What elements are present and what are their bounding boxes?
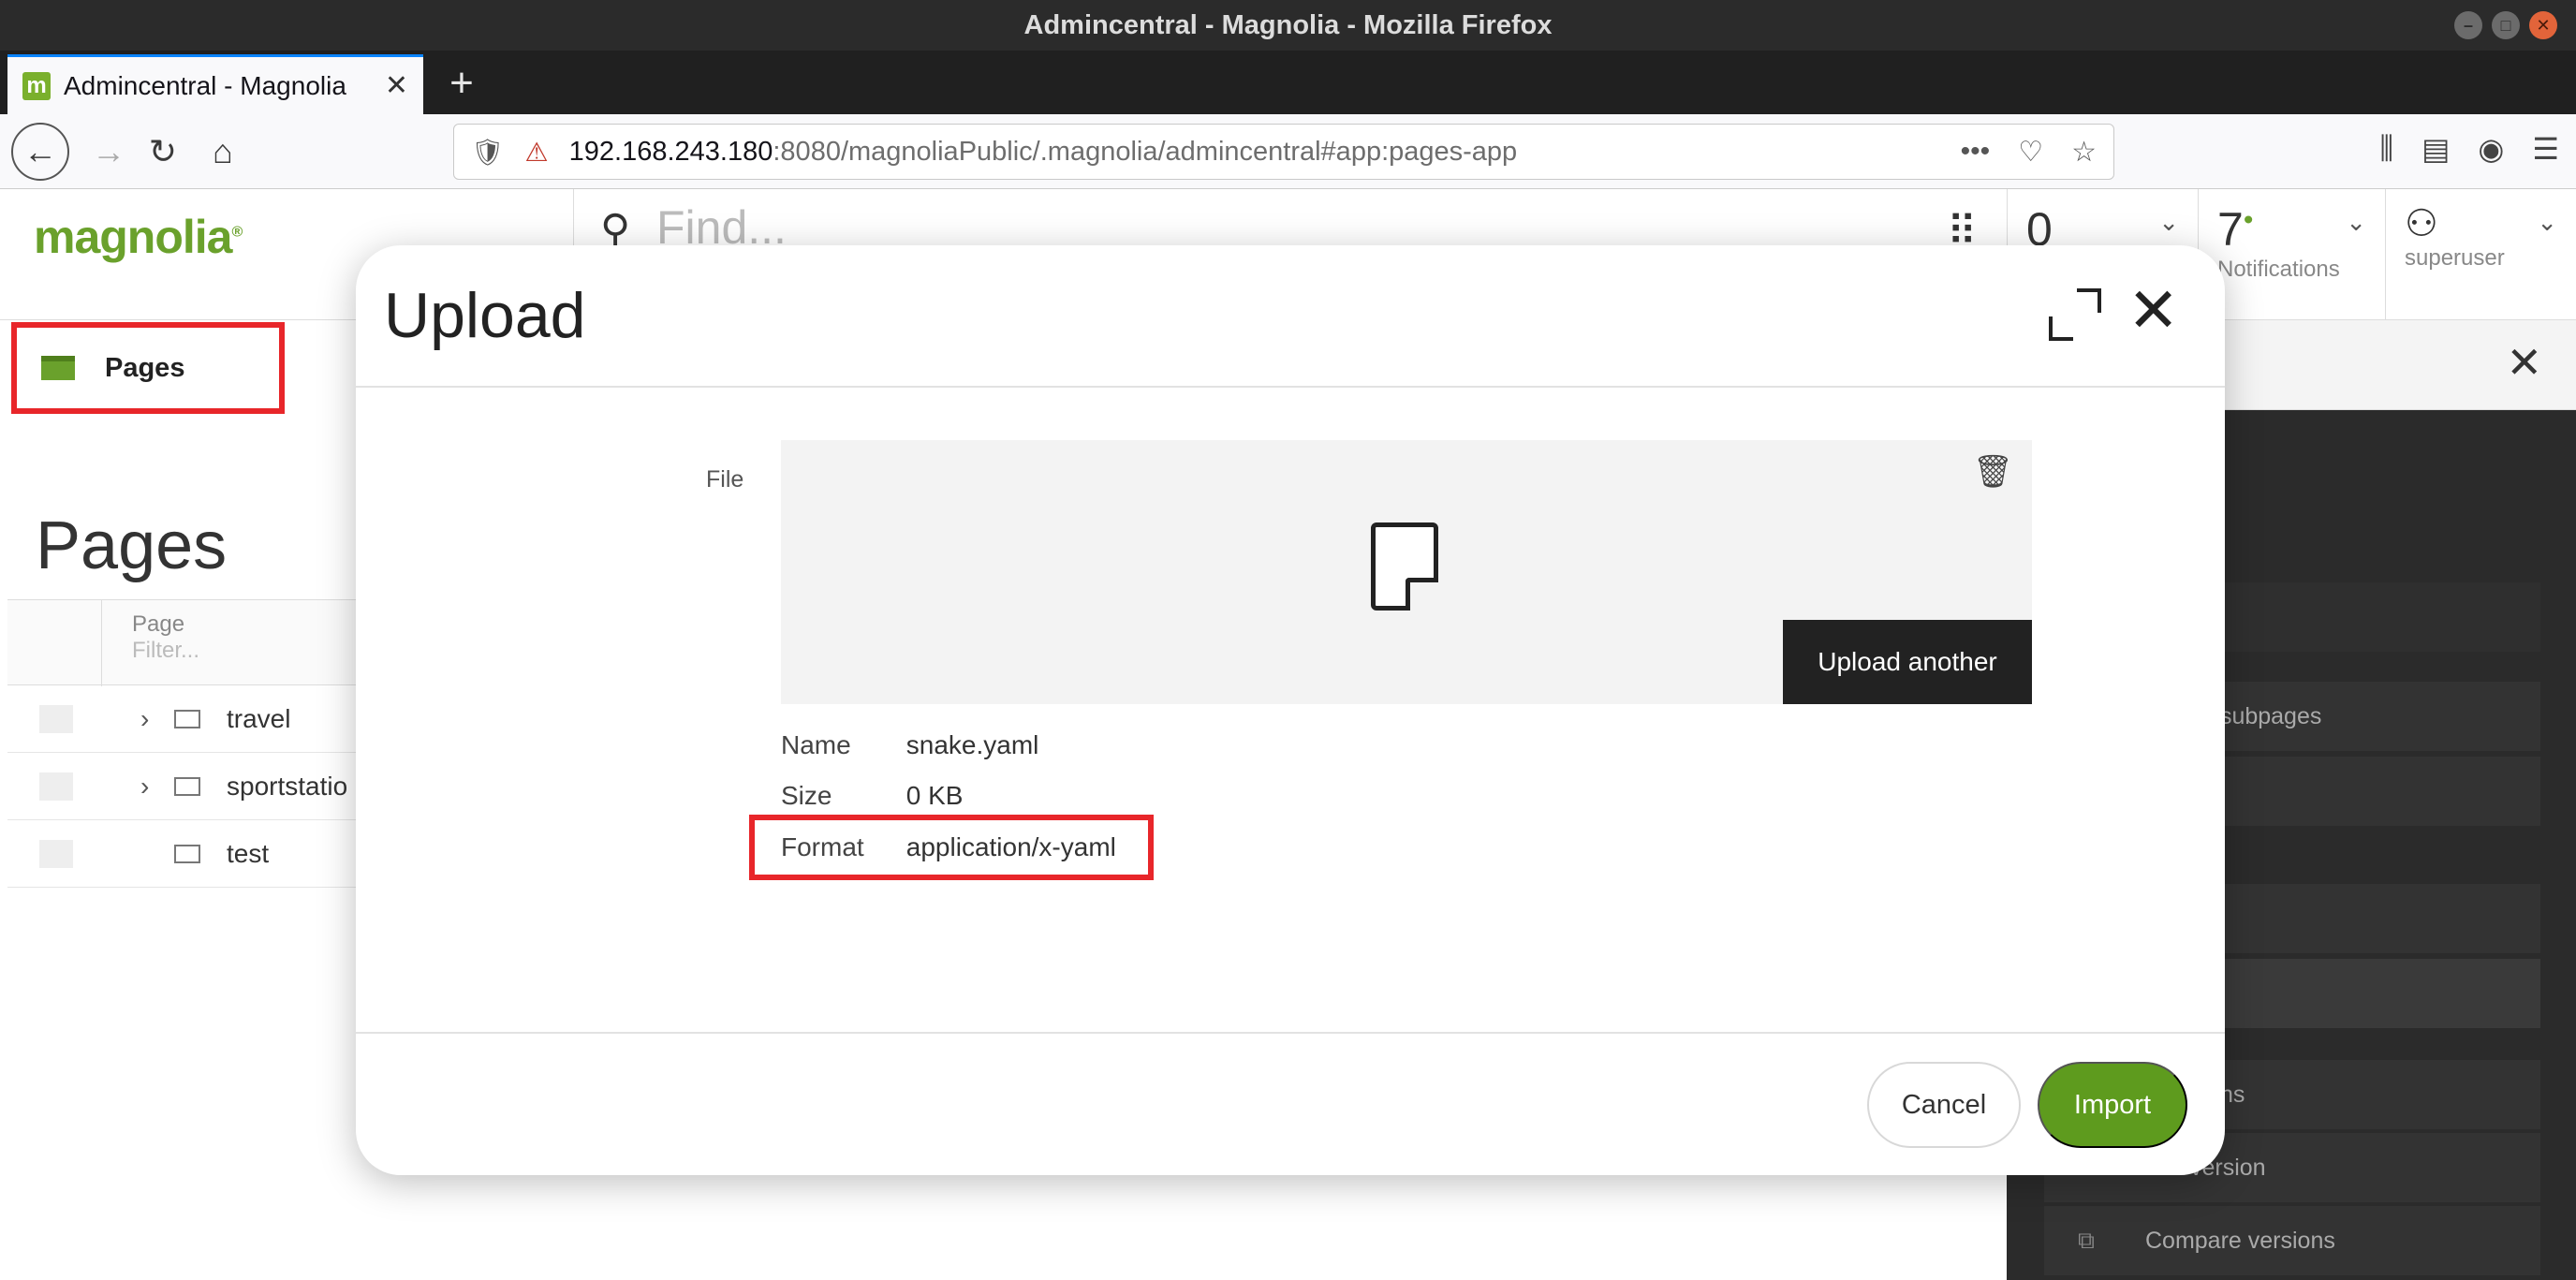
url-bar[interactable]: 🛡 ⚠ 192.168.243.180 :8080/magnoliaPublic… [453,124,2114,180]
dialog-header: Upload ✕ [356,245,2225,388]
magnolia-logo[interactable]: magnolia® [34,210,243,264]
window-controls: – □ ✕ [2454,11,2557,39]
url-host: 192.168.243.180 [568,136,773,167]
notifications-label: Notifications [2217,257,2340,282]
home-button[interactable]: ⌂ [197,125,249,178]
minimize-icon[interactable]: – [2454,11,2482,39]
chevron-down-icon: ⌄ [2158,208,2179,236]
file-size-value: 0 KB [905,781,964,810]
dialog-footer-divider [356,1032,2225,1034]
maximize-icon[interactable]: □ [2492,11,2520,39]
magnolia-favicon-icon: m [22,71,51,100]
tab-close-icon[interactable]: ✕ [385,69,408,102]
window-title: Admincentral - Magnolia - Mozilla Firefo… [1023,9,1553,40]
window-titlebar: Admincentral - Magnolia - Mozilla Firefo… [0,0,2576,51]
chevron-right-icon[interactable]: › [140,772,174,802]
row-checkbox[interactable] [39,839,73,868]
row-name: sportstatio [227,771,348,801]
page-icon [174,844,200,863]
tab-pages-label: Pages [105,352,185,383]
page-icon [174,709,200,728]
file-name-row: Name snake.yaml [781,730,1038,760]
library-icon[interactable]: ⫼ [2379,131,2393,167]
pages-app-icon [41,356,75,380]
close-icon[interactable]: ✕ [2529,11,2557,39]
user-label: superuser [2405,245,2505,271]
action-label: Compare versions [2145,1227,2335,1254]
row-checkbox[interactable] [39,704,73,733]
column-label: Page [132,611,185,637]
insecure-lock-icon[interactable]: ⚠ [525,137,549,168]
browser-tab[interactable]: m Admincentral - Magnolia ✕ [7,54,423,114]
file-upload-area[interactable]: 🗑 Upload another [781,440,2032,704]
table-row[interactable]: test [7,820,382,888]
file-name-value: snake.yaml [905,730,1039,759]
size-label: Size [781,781,832,810]
bookmark-star-icon[interactable]: ☆ [2071,136,2097,169]
page-actions-icon[interactable]: ••• [1961,136,1991,169]
url-path: :8080/magnoliaPublic/.magnolia/admincent… [773,136,1518,167]
notifications-indicator[interactable]: 7• Notifications ⌄ [2198,189,2385,320]
chevron-right-icon[interactable]: › [140,704,174,734]
new-tab-button[interactable]: + [440,60,483,106]
highlight-box [749,815,1154,880]
file-field-label: File [706,466,744,493]
sidebar-icon[interactable]: ▤ [2421,131,2450,167]
compare-icon: ⧉ [2078,1227,2095,1254]
name-label: Name [781,730,851,759]
menu-icon[interactable]: ☰ [2532,131,2559,167]
trash-icon[interactable]: 🗑 [1973,453,2013,491]
user-menu[interactable]: ⚇ superuser ⌄ [2385,189,2576,320]
dialog-title: Upload [384,280,586,351]
file-size-row: Size 0 KB [781,781,963,811]
table-row[interactable]: › travel [7,685,382,753]
navigation-bar: ← → ↻ ⌂ 🛡 ⚠ 192.168.243.180 :8080/magnol… [0,114,2576,189]
reload-button[interactable]: ↻ [137,125,189,178]
page-column-header[interactable]: Page Filter... [101,600,199,686]
file-icon [1371,522,1438,611]
pocket-icon[interactable]: ♡ [2018,136,2043,169]
row-name: test [227,838,270,868]
table-row[interactable]: › sportstatio [7,753,382,820]
close-icon[interactable]: ✕ [2506,337,2542,388]
close-icon[interactable]: ✕ [2127,279,2179,341]
tab-title: Admincentral - Magnolia [64,70,346,100]
forward-button[interactable]: → [82,125,135,178]
chevron-down-icon: ⌄ [2346,208,2366,236]
upload-another-button[interactable]: Upload another [1783,620,2032,704]
tab-strip: m Admincentral - Magnolia ✕ + [0,51,2576,114]
back-button[interactable]: ← [11,123,69,181]
row-name: travel [227,703,291,733]
toolbar-right: ⫼ ▤ ◉ ☰ [2379,131,2559,167]
upload-dialog: Upload ✕ File 🗑 Upload another Name snak… [356,245,2225,1175]
import-button[interactable]: Import [2038,1062,2187,1148]
chevron-down-icon: ⌄ [2537,208,2557,236]
row-checkbox[interactable] [39,772,73,801]
cancel-button[interactable]: Cancel [1867,1062,2021,1148]
page-icon [174,776,200,796]
account-icon[interactable]: ◉ [2478,131,2504,167]
filter-input[interactable]: Filter... [132,638,199,664]
page-title: Pages [36,508,228,583]
user-icon: ⚇ [2405,203,2438,244]
expand-icon[interactable] [2049,288,2101,341]
action-item[interactable]: ⧉ Compare versions [2044,1206,2540,1275]
shield-icon[interactable]: 🛡 [471,137,505,168]
tree-header: Page Filter... [7,599,382,686]
tab-pages[interactable]: Pages [11,322,285,414]
